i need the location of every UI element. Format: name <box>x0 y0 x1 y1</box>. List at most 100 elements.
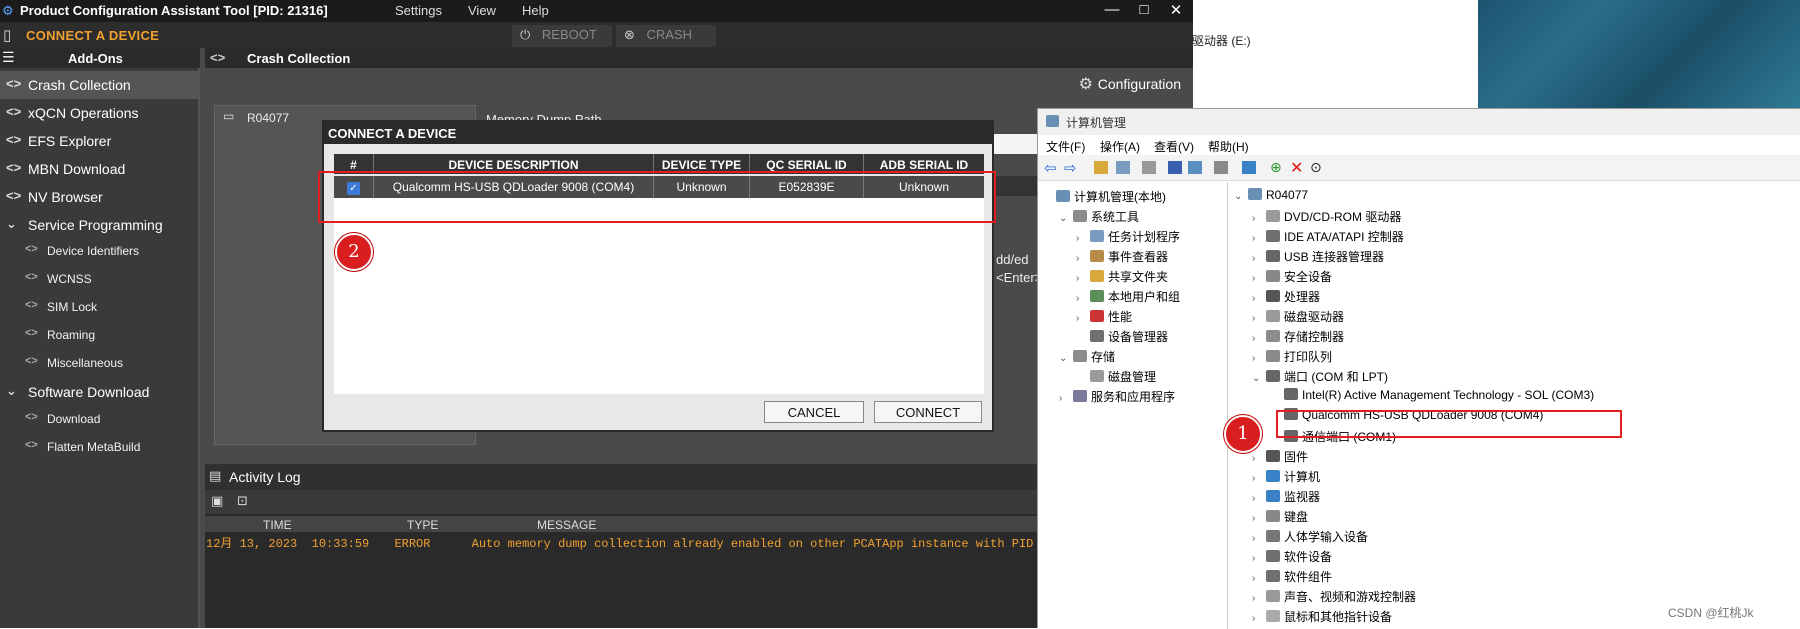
tree-item[interactable]: › 磁盘驱动器 <box>1252 308 1344 325</box>
tree-item[interactable]: › 声音、视频和游戏控制器 <box>1252 588 1416 605</box>
chevron-right-icon[interactable]: › <box>1076 313 1090 324</box>
chevron-right-icon[interactable]: › <box>1252 353 1266 364</box>
chevron-right-icon[interactable]: › <box>1252 253 1266 264</box>
cm-menu-help[interactable]: 帮助(H) <box>1208 138 1249 155</box>
console-tree-icon[interactable] <box>1116 161 1130 174</box>
print-icon[interactable] <box>1214 161 1228 174</box>
properties-icon[interactable] <box>1142 161 1156 174</box>
sidebar-item-12[interactable]: <> Download <box>0 406 200 434</box>
chevron-right-icon[interactable]: › <box>1076 253 1090 264</box>
chevron-right-icon[interactable]: › <box>1252 453 1266 464</box>
sidebar-item-1[interactable]: <> xQCN Operations <box>0 99 200 127</box>
chevron-right-icon[interactable]: › <box>1252 613 1266 624</box>
tree-item[interactable]: 计算机管理(本地) <box>1042 188 1166 205</box>
connect-device-button[interactable]: CONNECT A DEVICE <box>26 28 159 43</box>
sidebar-item-8[interactable]: <> SIM Lock <box>0 294 200 322</box>
chevron-right-icon[interactable]: › <box>1252 473 1266 484</box>
chevron-right-icon[interactable]: › <box>1076 273 1090 284</box>
chevron-down-icon[interactable]: ⌄ <box>1059 213 1073 224</box>
tree-item[interactable]: › 服务和应用程序 <box>1059 388 1175 405</box>
gear-icon[interactable]: ⚙ <box>1079 74 1093 94</box>
tree-item[interactable]: › IDE ATA/ATAPI 控制器 <box>1252 228 1404 245</box>
tree-item[interactable]: › 处理器 <box>1252 288 1320 305</box>
sidebar-item-7[interactable]: <> WCNSS <box>0 266 200 294</box>
tree-item[interactable]: › 键盘 <box>1252 508 1308 525</box>
tree-item[interactable]: 磁盘管理 <box>1076 368 1156 385</box>
chevron-right-icon[interactable]: › <box>1059 393 1073 404</box>
sidebar-item-4[interactable]: <> NV Browser <box>0 183 200 211</box>
help-icon[interactable] <box>1168 161 1182 174</box>
chevron-right-icon[interactable]: › <box>1076 293 1090 304</box>
sidebar-item-11[interactable]: ⌄ Software Download <box>0 378 200 406</box>
sidebar-item-5[interactable]: ⌄ Service Programming <box>0 211 200 239</box>
tree-item[interactable]: › 存储控制器 <box>1252 328 1344 345</box>
chevron-right-icon[interactable]: › <box>1252 213 1266 224</box>
minimize-button[interactable]: — <box>1100 1 1124 18</box>
chevron-right-icon[interactable]: › <box>1252 553 1266 564</box>
reboot-button[interactable]: ⏻ REBOOT <box>512 25 612 47</box>
tree-item[interactable]: Intel(R) Active Management Technology - … <box>1270 388 1594 402</box>
tree-item[interactable]: › 性能 <box>1076 308 1132 325</box>
tree-item[interactable]: › 事件查看器 <box>1076 248 1168 265</box>
sidebar-item-2[interactable]: <> EFS Explorer <box>0 127 200 155</box>
chevron-right-icon[interactable]: › <box>1252 593 1266 604</box>
chevron-right-icon[interactable]: › <box>1252 313 1266 324</box>
chevron-right-icon[interactable]: › <box>1252 513 1266 524</box>
add-driver-icon[interactable]: ⊕ <box>1270 159 1282 176</box>
cm-menu-action[interactable]: 操作(A) <box>1100 138 1140 155</box>
monitor-icon[interactable] <box>1242 161 1256 174</box>
column-type[interactable]: TYPE <box>407 518 438 532</box>
chevron-down-icon[interactable]: ⌄ <box>1059 353 1073 364</box>
cancel-button[interactable]: CANCEL <box>764 401 864 423</box>
menu-help[interactable]: Help <box>522 3 549 18</box>
back-arrow-icon[interactable]: ⇦ <box>1044 159 1057 177</box>
close-button[interactable]: ✕ <box>1164 1 1188 19</box>
tree-item[interactable]: › 共享文件夹 <box>1076 268 1168 285</box>
tree-item[interactable]: › 安全设备 <box>1252 268 1332 285</box>
chevron-right-icon[interactable]: › <box>1252 293 1266 304</box>
tree-item[interactable]: › DVD/CD-ROM 驱动器 <box>1252 208 1401 225</box>
sidebar-item-0[interactable]: <> Crash Collection <box>0 71 200 99</box>
cm-menu-view[interactable]: 查看(V) <box>1154 138 1194 155</box>
tree-item[interactable]: ⌄ 系统工具 <box>1059 208 1139 225</box>
menu-view[interactable]: View <box>468 3 496 18</box>
chevron-down-icon[interactable]: ⌄ <box>1234 191 1248 202</box>
column-time[interactable]: TIME <box>263 518 292 532</box>
chevron-right-icon[interactable]: › <box>1252 333 1266 344</box>
download-icon[interactable]: ⊙ <box>1310 159 1322 176</box>
sidebar-item-10[interactable]: <> Miscellaneous <box>0 350 200 378</box>
column-message[interactable]: MESSAGE <box>537 518 596 532</box>
tree-item[interactable]: › 鼠标和其他指针设备 <box>1252 608 1392 625</box>
tree-item[interactable]: › 本地用户和组 <box>1076 288 1180 305</box>
sidebar-item-3[interactable]: <> MBN Download <box>0 155 200 183</box>
device-name[interactable]: R04077 <box>247 111 289 125</box>
tree-item[interactable]: › 监视器 <box>1252 488 1320 505</box>
view-icon[interactable] <box>1188 161 1202 174</box>
folder-icon[interactable] <box>1094 161 1108 174</box>
save-icon[interactable]: ▣ <box>211 493 223 509</box>
tree-item[interactable]: › 计算机 <box>1252 468 1320 485</box>
menu-settings[interactable]: Settings <box>395 3 442 18</box>
chevron-right-icon[interactable]: › <box>1252 233 1266 244</box>
chevron-down-icon[interactable]: ⌄ <box>1252 373 1266 384</box>
tree-item[interactable]: ⌄ R04077 <box>1234 188 1308 202</box>
sidebar-item-13[interactable]: <> Flatten MetaBuild <box>0 434 200 462</box>
chevron-right-icon[interactable]: › <box>1252 273 1266 284</box>
export-icon[interactable]: ⊡ <box>237 493 248 509</box>
sidebar-item-9[interactable]: <> Roaming <box>0 322 200 350</box>
cm-menu-file[interactable]: 文件(F) <box>1046 138 1085 155</box>
tree-item[interactable]: 设备管理器 <box>1076 328 1168 345</box>
chevron-right-icon[interactable]: › <box>1076 233 1090 244</box>
crash-button[interactable]: ⊗ CRASH <box>616 25 716 47</box>
configuration-button[interactable]: Configuration <box>1098 76 1181 92</box>
chevron-right-icon[interactable]: › <box>1252 493 1266 504</box>
tree-item[interactable]: › USB 连接器管理器 <box>1252 248 1384 265</box>
chevron-right-icon[interactable]: › <box>1252 533 1266 544</box>
tree-item[interactable]: › 打印队列 <box>1252 348 1332 365</box>
uninstall-icon[interactable]: ✕ <box>1290 158 1303 178</box>
tree-item[interactable]: ⌄ 存储 <box>1059 348 1115 365</box>
tree-item[interactable]: › 固件 <box>1252 448 1308 465</box>
connect-button[interactable]: CONNECT <box>874 401 982 423</box>
hamburger-icon[interactable]: ☰ <box>2 49 15 66</box>
chevron-right-icon[interactable]: › <box>1252 573 1266 584</box>
